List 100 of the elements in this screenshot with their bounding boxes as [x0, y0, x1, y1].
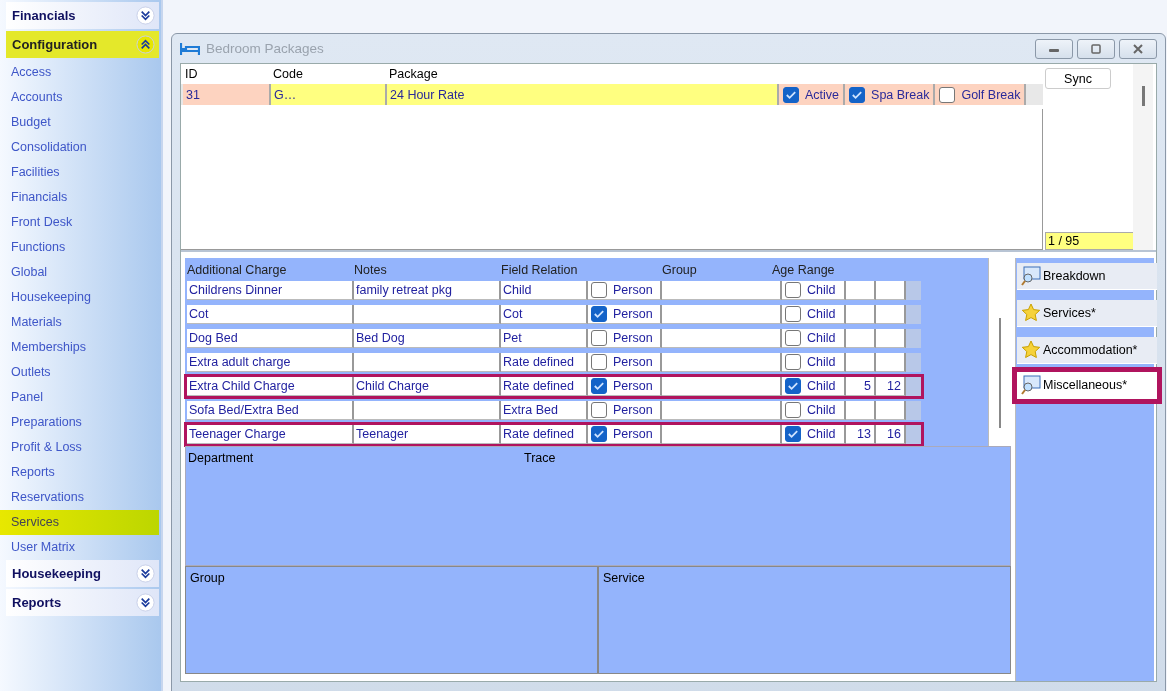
- scrollbar-thumb[interactable]: [999, 318, 1001, 428]
- sidebar-item[interactable]: Global: [0, 260, 159, 285]
- bed-icon: [180, 41, 200, 56]
- flag-checkbox[interactable]: Golf Break: [935, 84, 1027, 105]
- scrollbar-thumb[interactable]: [1141, 86, 1145, 106]
- sidebar-item[interactable]: Profit & Loss: [0, 435, 159, 460]
- sidebar-item[interactable]: Reservations: [0, 485, 159, 510]
- table-cell: Teenager: [354, 425, 501, 444]
- side-tab[interactable]: Accommodation*: [1017, 337, 1157, 364]
- screen-magnifier-icon: [1021, 266, 1041, 286]
- column-header: Field Relation: [501, 263, 579, 277]
- sidebar-item[interactable]: Outlets: [0, 360, 159, 385]
- column-header: ID: [185, 67, 199, 81]
- child-checkbox[interactable]: Child: [782, 401, 846, 420]
- sync-button[interactable]: Sync: [1045, 68, 1111, 89]
- expand-icon[interactable]: [136, 564, 155, 583]
- table-cell: Childrens Dinner: [187, 281, 354, 300]
- table-cell: Rate defined: [501, 425, 588, 444]
- sidebar-item[interactable]: Consolidation: [0, 135, 159, 160]
- star-icon: [1021, 303, 1041, 323]
- table-cell: Extra Child Charge: [187, 377, 354, 396]
- side-tab[interactable]: Miscellaneous*: [1017, 372, 1157, 399]
- column-header: Notes: [354, 263, 388, 277]
- column-header: Group: [661, 263, 698, 277]
- person-checkbox[interactable]: Person: [588, 329, 662, 348]
- maximize-button[interactable]: [1077, 38, 1115, 59]
- table-cell: Cot: [187, 305, 354, 324]
- table-cell: 16: [876, 425, 906, 444]
- person-checkbox[interactable]: Person: [588, 281, 662, 300]
- table-cell: family retreat pkg: [354, 281, 501, 300]
- panel-label: Trace: [524, 451, 556, 467]
- table-cell: [876, 353, 906, 372]
- sidebar-item[interactable]: Preparations: [0, 410, 159, 435]
- sidebar-group-header[interactable]: Financials: [6, 2, 159, 29]
- sidebar-item[interactable]: Housekeeping: [0, 285, 159, 310]
- table-cell: Bed Dog: [354, 329, 501, 348]
- table-cell: [876, 305, 906, 324]
- side-tab[interactable]: Services*: [1017, 300, 1157, 327]
- sidebar-item[interactable]: Accounts: [0, 85, 159, 110]
- table-cell: Rate defined: [501, 353, 588, 372]
- column-header: Age Range: [772, 263, 836, 277]
- table-cell: Dog Bed: [187, 329, 354, 348]
- table-cell: [876, 329, 906, 348]
- sidebar-item[interactable]: Budget: [0, 110, 159, 135]
- sidebar-item[interactable]: Front Desk: [0, 210, 159, 235]
- sidebar-group-header[interactable]: Housekeeping: [6, 560, 159, 587]
- column-header: Code: [273, 67, 304, 81]
- sidebar-item[interactable]: Financials: [0, 185, 159, 210]
- table-cell: Cot: [501, 305, 588, 324]
- table-cell: Extra adult charge: [187, 353, 354, 372]
- window-title: Bedroom Packages: [206, 41, 325, 56]
- table-cell: 13: [846, 425, 876, 444]
- screen-magnifier-icon: [1021, 375, 1041, 395]
- table-cell: 5: [846, 377, 876, 396]
- person-checkbox[interactable]: Person: [588, 425, 662, 444]
- sidebar-item[interactable]: Access: [0, 60, 159, 85]
- sidebar-item[interactable]: Functions: [0, 235, 159, 260]
- table-cell: [846, 401, 876, 420]
- flag-checkbox[interactable]: Active: [779, 84, 846, 105]
- table-cell: Sofa Bed/Extra Bed: [187, 401, 354, 420]
- table-cell: Extra Bed: [501, 401, 588, 420]
- close-button[interactable]: [1119, 38, 1157, 59]
- sidebar-item[interactable]: User Matrix: [0, 535, 159, 560]
- collapse-icon[interactable]: [136, 35, 155, 54]
- table-cell: 12: [876, 377, 906, 396]
- child-checkbox[interactable]: Child: [782, 329, 846, 348]
- star-icon: [1021, 340, 1041, 360]
- child-checkbox[interactable]: Child: [782, 281, 846, 300]
- panel-label: Department: [188, 451, 255, 467]
- child-checkbox[interactable]: Child: [782, 353, 846, 372]
- sidebar-item[interactable]: Facilities: [0, 160, 159, 185]
- table-cell: G…: [271, 84, 387, 105]
- flag-checkbox[interactable]: Spa Break: [845, 84, 936, 105]
- sidebar-group-header[interactable]: Reports: [6, 589, 159, 616]
- panel-label: Group: [190, 571, 225, 585]
- expand-icon[interactable]: [136, 6, 155, 25]
- sidebar-item[interactable]: Materials: [0, 310, 159, 335]
- table-cell: [846, 329, 876, 348]
- table-cell: Child Charge: [354, 377, 501, 396]
- person-checkbox[interactable]: Person: [588, 305, 662, 324]
- person-checkbox[interactable]: Person: [588, 401, 662, 420]
- sidebar-item[interactable]: Panel: [0, 385, 159, 410]
- table-cell: Child: [501, 281, 588, 300]
- table-cell: Pet: [501, 329, 588, 348]
- expand-icon[interactable]: [136, 593, 155, 612]
- column-header: Package: [389, 67, 439, 81]
- close-icon: [1130, 43, 1146, 54]
- restore-icon: [1088, 43, 1104, 54]
- child-checkbox[interactable]: Child: [782, 425, 846, 444]
- child-checkbox[interactable]: Child: [782, 377, 846, 396]
- person-checkbox[interactable]: Person: [588, 353, 662, 372]
- sidebar-item[interactable]: Reports: [0, 460, 159, 485]
- table-cell: [846, 281, 876, 300]
- sidebar-item[interactable]: Services: [0, 510, 159, 535]
- sidebar-item[interactable]: Memberships: [0, 335, 159, 360]
- minimize-button[interactable]: [1035, 38, 1073, 59]
- person-checkbox[interactable]: Person: [588, 377, 662, 396]
- child-checkbox[interactable]: Child: [782, 305, 846, 324]
- sidebar-group-header[interactable]: Configuration: [6, 31, 159, 58]
- side-tab[interactable]: Breakdown: [1017, 263, 1157, 290]
